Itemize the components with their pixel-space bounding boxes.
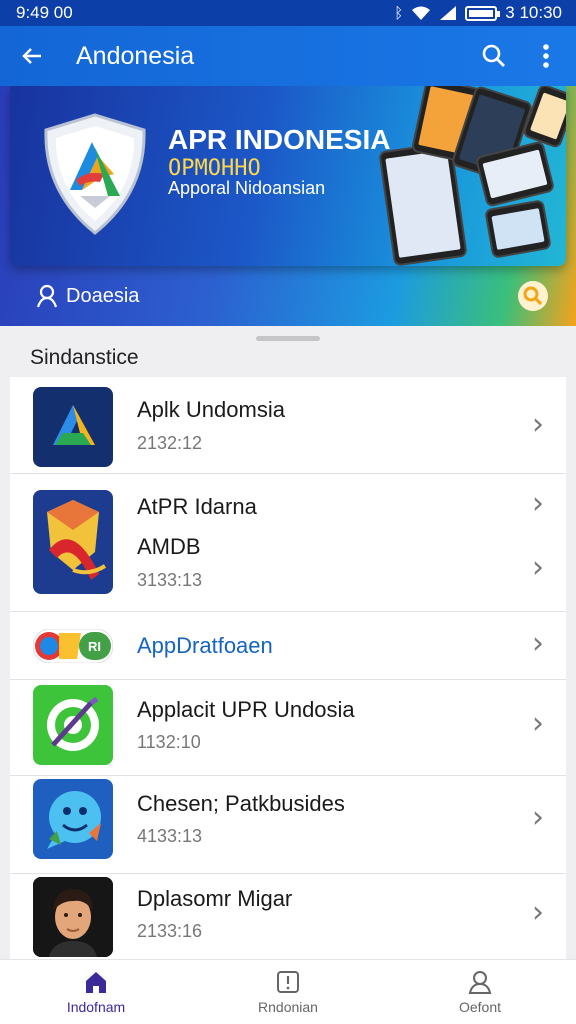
more-vert-icon — [543, 44, 549, 68]
status-time: 9:49 00 — [16, 3, 73, 22]
hero-card[interactable]: APR INDONESIA OPMOHHO Apporal Nidoansian — [10, 86, 566, 266]
hero-tagline: Apporal Nidoansian — [168, 178, 326, 198]
section-title: Sindanstice — [30, 346, 139, 369]
app-subtitle: 3133:13 — [137, 570, 203, 590]
hero-banner: APR INDONESIA OPMOHHO Apporal Nidoansian… — [0, 86, 576, 326]
phone-mockup — [484, 199, 552, 259]
drag-handle[interactable] — [256, 336, 320, 341]
status-right-time: 3 10:30 — [505, 3, 562, 22]
app-title: Dplasomr Migar — [137, 886, 293, 911]
search-icon — [523, 286, 543, 306]
nav-item-info[interactable]: Rndonian — [192, 960, 384, 1024]
app-title-line2: AMDB — [137, 534, 201, 559]
signal-icon — [440, 6, 457, 20]
more-options-button[interactable] — [520, 26, 572, 86]
app-title: AtPR Idarna — [137, 494, 257, 519]
nav-item-home[interactable]: Indofnam — [0, 960, 192, 1024]
info-icon — [277, 971, 299, 993]
hero-search-label: Doaesia — [66, 284, 140, 307]
chevron-right-icon: › — [532, 486, 544, 521]
page-title: Andonesia — [76, 41, 195, 70]
status-icons: ᛒ 3 10:30 — [394, 3, 562, 23]
chevron-right-icon: › — [532, 895, 544, 930]
app-subtitle: 2133:16 — [137, 921, 203, 941]
shield-logo-icon — [44, 113, 146, 235]
phone-mockup — [521, 86, 566, 150]
list-item[interactable]: AtPR Idarna AMDB 3133:13 › › — [10, 474, 566, 612]
hero-search-bar[interactable]: Doaesia — [0, 266, 576, 326]
green-target-icon — [33, 685, 113, 765]
phones-illustration — [378, 86, 566, 266]
person-icon — [36, 284, 58, 308]
chevron-right-icon: › — [532, 407, 544, 442]
chevron-right-icon: › — [532, 626, 544, 661]
list-item[interactable]: Aplk Undomsia 2132:12 › — [10, 377, 566, 474]
home-icon — [86, 972, 106, 993]
app-subtitle: 4133:13 — [137, 826, 203, 846]
app-bar: Andonesia — [0, 26, 576, 86]
hero-title: APR INDONESIA — [168, 124, 391, 155]
battery-icon — [465, 5, 501, 21]
triangle-logo-icon — [33, 387, 113, 467]
colorful-badge-icon: RI — [32, 628, 114, 664]
bottom-nav: Indofnam Rndonian Oefont — [0, 959, 576, 1024]
search-button[interactable] — [468, 26, 520, 86]
chevron-right-icon: › — [532, 706, 544, 741]
app-list: Aplk Undomsia 2132:12 › AtPR Idarna AMDB… — [10, 377, 566, 959]
chevron-right-icon: › — [532, 800, 544, 835]
app-title: AppDratfoaen — [137, 633, 273, 658]
app-subtitle: 1132:10 — [137, 732, 201, 752]
chevron-right-icon: › — [532, 550, 544, 585]
list-item[interactable]: Applacit UPR Undosia 1132:10 › — [10, 680, 566, 776]
list-item[interactable]: Chesen; Patkbusides 4133:13 › — [10, 776, 566, 874]
svg-text:RI: RI — [88, 639, 101, 654]
list-item[interactable]: RI AppDratfoaen › — [10, 612, 566, 680]
nav-label: Indofnam — [66, 999, 126, 1015]
app-title: Chesen; Patkbusides — [137, 791, 345, 816]
app-title: Applacit UPR Undosia — [137, 697, 355, 722]
status-bar: 9:49 00 ᛒ 3 10:30 — [0, 0, 576, 26]
nav-label: Oefont — [458, 999, 502, 1015]
nav-item-profile[interactable]: Oefont — [384, 960, 576, 1024]
back-button[interactable] — [0, 26, 64, 86]
arrow-left-icon — [22, 48, 41, 64]
hero-search-button[interactable] — [518, 281, 548, 311]
bluetooth-icon: ᛒ — [394, 4, 404, 22]
shield-ribbon-icon — [33, 490, 113, 594]
search-icon — [482, 44, 505, 67]
app-title: Aplk Undomsia — [137, 397, 285, 422]
profile-icon — [468, 971, 492, 994]
nav-label: Rndonian — [258, 999, 318, 1015]
list-item[interactable]: Dplasomr Migar 2133:16 › — [10, 874, 566, 959]
person-avatar-icon — [33, 877, 113, 957]
app-subtitle: 2132:12 — [137, 433, 203, 453]
chat-bubble-icon — [33, 779, 113, 859]
wifi-icon — [412, 6, 431, 20]
